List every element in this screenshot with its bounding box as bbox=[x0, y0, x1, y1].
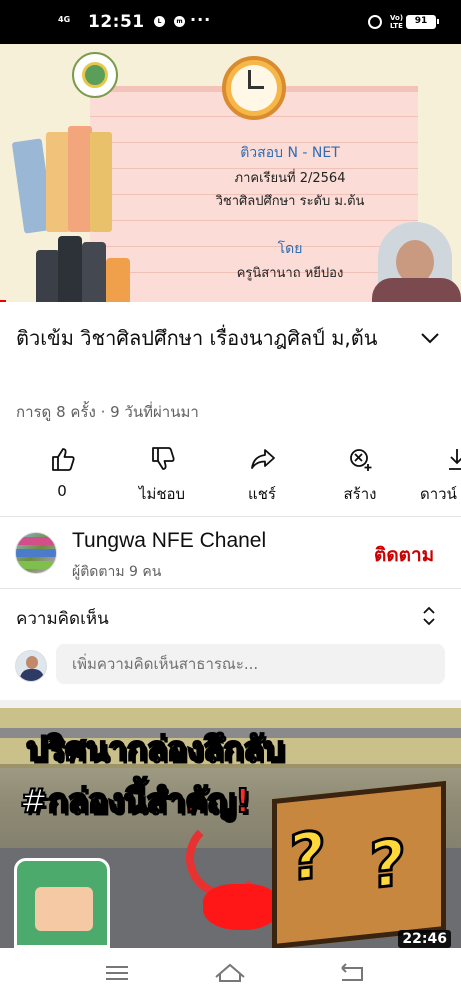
channel-avatar[interactable] bbox=[15, 532, 57, 574]
volte-indicator: Vo) LTE bbox=[390, 14, 404, 30]
system-nav-bar bbox=[0, 948, 461, 1000]
dislike-button[interactable]: ไม่ชอบ bbox=[117, 440, 207, 510]
more-notifications-icon: ··· bbox=[190, 10, 212, 29]
next-video-title-line1: ปริศนากล่องลึกลับ bbox=[25, 728, 285, 769]
create-icon bbox=[350, 449, 372, 471]
slide-term: ภาคเรียนที่ 2/2564 bbox=[234, 171, 346, 186]
download-icon bbox=[449, 449, 461, 470]
game-character-graphic bbox=[14, 858, 110, 948]
back-icon bbox=[341, 963, 363, 981]
create-button[interactable]: สร้าง bbox=[315, 440, 405, 510]
sort-icon[interactable] bbox=[420, 605, 438, 627]
progress-bar[interactable] bbox=[0, 300, 6, 302]
download-label: ดาวน์ bbox=[420, 485, 457, 503]
books-illustration bbox=[11, 122, 116, 234]
video-title[interactable]: ติวเข้ม วิชาศิลปศึกษา เรื่องนาฎศิลป์ ม,ต… bbox=[16, 322, 408, 354]
divider bbox=[0, 516, 461, 517]
like-button[interactable]: 0 bbox=[17, 440, 107, 510]
subscribe-button[interactable]: ติดตาม bbox=[374, 540, 434, 570]
share-button[interactable]: แชร์ bbox=[217, 440, 307, 510]
alarm-icon bbox=[368, 15, 382, 29]
comment-input[interactable] bbox=[56, 644, 445, 684]
video-player[interactable]: ติวสอบ N - NET ภาคเรียนที่ 2/2564 วิชาศิ… bbox=[0, 44, 461, 302]
subscriber-count: ผู้ติดตาม 9 คน bbox=[72, 564, 162, 580]
markers-illustration bbox=[36, 230, 136, 302]
download-button[interactable]: ดาวน์ bbox=[404, 440, 461, 510]
red-blob-graphic bbox=[203, 884, 279, 930]
dislike-icon bbox=[152, 447, 175, 470]
divider bbox=[0, 588, 461, 589]
user-avatar bbox=[15, 650, 47, 682]
chevron-down-icon[interactable] bbox=[418, 330, 442, 346]
menu-button[interactable] bbox=[76, 948, 156, 1000]
comments-title[interactable]: ความคิดเห็น bbox=[16, 605, 109, 632]
line-notification-icon: L bbox=[154, 16, 165, 27]
status-time: 12:51 bbox=[88, 12, 145, 32]
network-indicator: 4G bbox=[58, 15, 71, 24]
share-label: แชร์ bbox=[248, 485, 276, 503]
home-button[interactable] bbox=[190, 948, 270, 1000]
create-label: สร้าง bbox=[343, 485, 377, 503]
menu-icon bbox=[106, 966, 128, 980]
action-bar: 0 ไม่ชอบ แชร์ สร้าง ดาวน์ bbox=[0, 440, 461, 510]
slide-subject: วิชาศิลปศึกษา ระดับ ม.ต้น bbox=[215, 194, 365, 209]
channel-name[interactable]: Tungwa NFE Chanel bbox=[72, 529, 266, 553]
home-icon bbox=[215, 963, 245, 982]
status-bar: 4G 12:51 L m ··· Vo) LTE 91 bbox=[0, 0, 461, 44]
school-logo bbox=[72, 52, 118, 98]
back-button[interactable] bbox=[310, 948, 390, 1000]
dislike-label: ไม่ชอบ bbox=[138, 485, 186, 503]
like-count: 0 bbox=[57, 482, 67, 500]
share-icon bbox=[251, 449, 275, 469]
clock-illustration bbox=[222, 56, 286, 120]
mystery-box-graphic: ? ? bbox=[272, 780, 446, 948]
section-gap bbox=[0, 700, 461, 708]
messenger-notification-icon: m bbox=[174, 16, 185, 27]
video-duration: 22:46 bbox=[398, 930, 451, 948]
like-icon bbox=[52, 448, 75, 471]
slide-title: ติวสอบ N - NET bbox=[240, 145, 340, 161]
battery-indicator: 91 bbox=[406, 15, 439, 29]
next-video-thumbnail[interactable]: ปริศนากล่องลึกลับ #กล่องนี้สำคัญ! ? ? 22… bbox=[0, 708, 461, 948]
presenter-webcam bbox=[372, 222, 461, 302]
video-meta: การดู 8 ครั้ง · 9 วันที่ผ่านมา bbox=[16, 403, 199, 421]
